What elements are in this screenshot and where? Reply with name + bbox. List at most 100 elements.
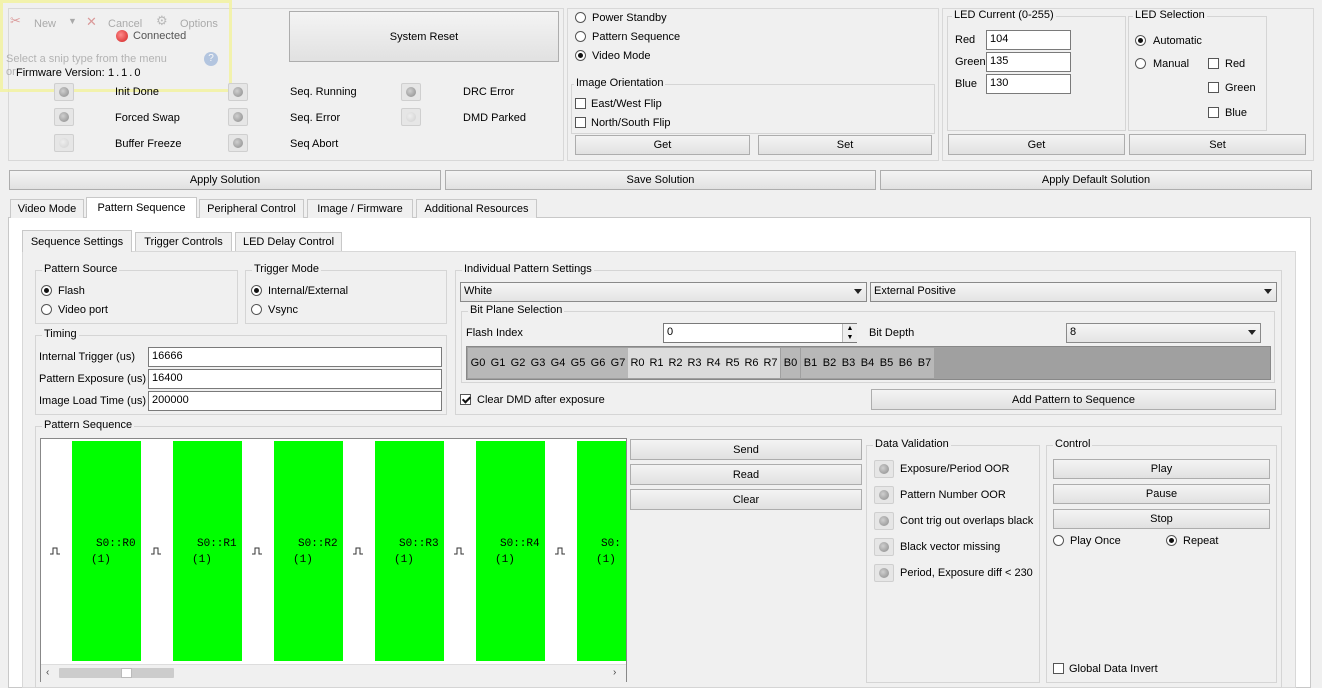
bitplane-button-b5[interactable]: B5 bbox=[877, 348, 896, 378]
repeat-radio[interactable] bbox=[1166, 535, 1177, 546]
scrollbar-track[interactable] bbox=[59, 668, 174, 678]
sequence-item[interactable] bbox=[173, 441, 242, 661]
global-data-invert-checkbox[interactable] bbox=[1053, 663, 1064, 674]
bit-depth-select[interactable]: 8 bbox=[1066, 323, 1261, 343]
orientation-set-button[interactable]: Set bbox=[758, 135, 932, 155]
tab-image-firmware[interactable]: Image / Firmware bbox=[307, 199, 413, 218]
new-snip-icon[interactable]: ✂ bbox=[10, 13, 21, 29]
bitplane-button-r6[interactable]: R6 bbox=[742, 348, 761, 378]
bitplane-button-g7[interactable]: G7 bbox=[608, 348, 628, 378]
cancel-snip-label[interactable]: Cancel bbox=[108, 18, 142, 30]
pattern-sequence-radio[interactable] bbox=[575, 31, 586, 42]
bitplane-button-g1[interactable]: G1 bbox=[488, 348, 508, 378]
horizontal-scrollbar[interactable]: ‹ › bbox=[41, 664, 626, 682]
color-select[interactable]: White bbox=[460, 282, 867, 302]
tab-video-mode[interactable]: Video Mode bbox=[10, 199, 84, 218]
red-current-input[interactable]: 104 bbox=[986, 30, 1071, 50]
bitplane-button-r3[interactable]: R3 bbox=[685, 348, 704, 378]
video-mode-radio[interactable] bbox=[575, 50, 586, 61]
bitplane-button-r2[interactable]: R2 bbox=[666, 348, 685, 378]
east-west-checkbox[interactable] bbox=[575, 98, 586, 109]
cancel-snip-icon[interactable]: ✕ bbox=[86, 14, 97, 30]
bitplane-button-g2[interactable]: G2 bbox=[508, 348, 528, 378]
add-pattern-button[interactable]: Add Pattern to Sequence bbox=[871, 389, 1276, 410]
vsync-radio[interactable] bbox=[251, 304, 262, 315]
bitplane-button-r5[interactable]: R5 bbox=[723, 348, 742, 378]
stop-button[interactable]: Stop bbox=[1053, 509, 1270, 529]
sequence-item[interactable] bbox=[577, 441, 626, 661]
play-button[interactable]: Play bbox=[1053, 459, 1270, 479]
green-current-input[interactable]: 135 bbox=[986, 52, 1071, 72]
led-get-button[interactable]: Get bbox=[948, 134, 1125, 155]
led-blue-checkbox[interactable] bbox=[1208, 107, 1219, 118]
led-set-button[interactable]: Set bbox=[1129, 134, 1306, 155]
help-icon[interactable]: ? bbox=[204, 52, 218, 66]
internal-external-radio[interactable] bbox=[251, 285, 262, 296]
automatic-radio[interactable] bbox=[1135, 35, 1146, 46]
bitplane-button-r4[interactable]: R4 bbox=[704, 348, 723, 378]
bitplane-button-r0[interactable]: R0 bbox=[628, 348, 647, 378]
bitplane-button-b7[interactable]: B7 bbox=[915, 348, 934, 378]
tab-peripheral-control[interactable]: Peripheral Control bbox=[199, 199, 304, 218]
orientation-get-button[interactable]: Get bbox=[575, 135, 750, 155]
image-load-input[interactable]: 200000 bbox=[148, 391, 442, 411]
internal-trigger-input[interactable]: 16666 bbox=[148, 347, 442, 367]
sequence-item[interactable] bbox=[375, 441, 444, 661]
system-reset-button[interactable]: System Reset bbox=[289, 11, 559, 62]
bitplane-button-b6[interactable]: B6 bbox=[896, 348, 915, 378]
sequence-item[interactable] bbox=[476, 441, 545, 661]
sequence-item-name: S0::R3 bbox=[399, 538, 439, 550]
options-gear-icon[interactable]: ⚙ bbox=[156, 13, 168, 29]
bitplane-button-r1[interactable]: R1 bbox=[647, 348, 666, 378]
pattern-exposure-input[interactable]: 16400 bbox=[148, 369, 442, 389]
video-port-radio[interactable] bbox=[41, 304, 52, 315]
tab-pattern-sequence[interactable]: Pattern Sequence bbox=[86, 197, 197, 218]
bitplane-button-b4[interactable]: B4 bbox=[858, 348, 877, 378]
flash-index-input[interactable]: 0 bbox=[663, 323, 857, 343]
trigger-select[interactable]: External Positive bbox=[870, 282, 1277, 302]
power-standby-radio[interactable] bbox=[575, 12, 586, 23]
pattern-sequence-title: Pattern Sequence bbox=[42, 419, 135, 431]
flash-radio[interactable] bbox=[41, 285, 52, 296]
apply-default-solution-button[interactable]: Apply Default Solution bbox=[880, 170, 1312, 190]
north-south-label: North/South Flip bbox=[591, 117, 671, 129]
tab-additional-resources[interactable]: Additional Resources bbox=[416, 199, 537, 218]
pause-button[interactable]: Pause bbox=[1053, 484, 1270, 504]
bitplane-button-b0[interactable]: B0 bbox=[781, 348, 800, 378]
dropdown-icon[interactable]: ▼ bbox=[68, 16, 77, 26]
tab-trigger-controls[interactable]: Trigger Controls bbox=[135, 232, 232, 251]
bit-depth-value: 8 bbox=[1070, 326, 1077, 338]
bitplane-button-g3[interactable]: G3 bbox=[528, 348, 548, 378]
north-south-checkbox[interactable] bbox=[575, 117, 586, 128]
bitplane-button-g0[interactable]: G0 bbox=[468, 348, 488, 378]
options-label[interactable]: Options bbox=[180, 18, 218, 30]
play-once-label: Play Once bbox=[1070, 535, 1121, 547]
scrollbar-thumb[interactable] bbox=[121, 668, 132, 678]
send-button[interactable]: Send bbox=[630, 439, 862, 460]
save-solution-button[interactable]: Save Solution bbox=[445, 170, 876, 190]
play-once-radio[interactable] bbox=[1053, 535, 1064, 546]
led-green-checkbox[interactable] bbox=[1208, 82, 1219, 93]
bitplane-button-r7[interactable]: R7 bbox=[761, 348, 780, 378]
read-button[interactable]: Read bbox=[630, 464, 862, 485]
scroll-right-icon[interactable]: › bbox=[613, 667, 616, 678]
scroll-left-icon[interactable]: ‹ bbox=[46, 667, 49, 678]
clear-dmd-checkbox[interactable] bbox=[460, 394, 471, 405]
sequence-item[interactable] bbox=[72, 441, 141, 661]
bitplane-button-g6[interactable]: G6 bbox=[588, 348, 608, 378]
bitplane-button-g5[interactable]: G5 bbox=[568, 348, 588, 378]
bitplane-button-b3[interactable]: B3 bbox=[839, 348, 858, 378]
sequence-item[interactable] bbox=[274, 441, 343, 661]
led-red-checkbox[interactable] bbox=[1208, 58, 1219, 69]
manual-radio[interactable] bbox=[1135, 58, 1146, 69]
bitplane-button-b2[interactable]: B2 bbox=[820, 348, 839, 378]
clear-button[interactable]: Clear bbox=[630, 489, 862, 510]
tab-led-delay-control[interactable]: LED Delay Control bbox=[235, 232, 342, 251]
bitplane-button-g4[interactable]: G4 bbox=[548, 348, 568, 378]
apply-solution-button[interactable]: Apply Solution bbox=[9, 170, 441, 190]
flash-index-spinner[interactable]: ▲ ▼ bbox=[842, 324, 857, 342]
tab-sequence-settings[interactable]: Sequence Settings bbox=[22, 230, 132, 252]
new-snip-label[interactable]: New bbox=[34, 18, 56, 30]
bitplane-button-b1[interactable]: B1 bbox=[801, 348, 820, 378]
blue-current-input[interactable]: 130 bbox=[986, 74, 1071, 94]
